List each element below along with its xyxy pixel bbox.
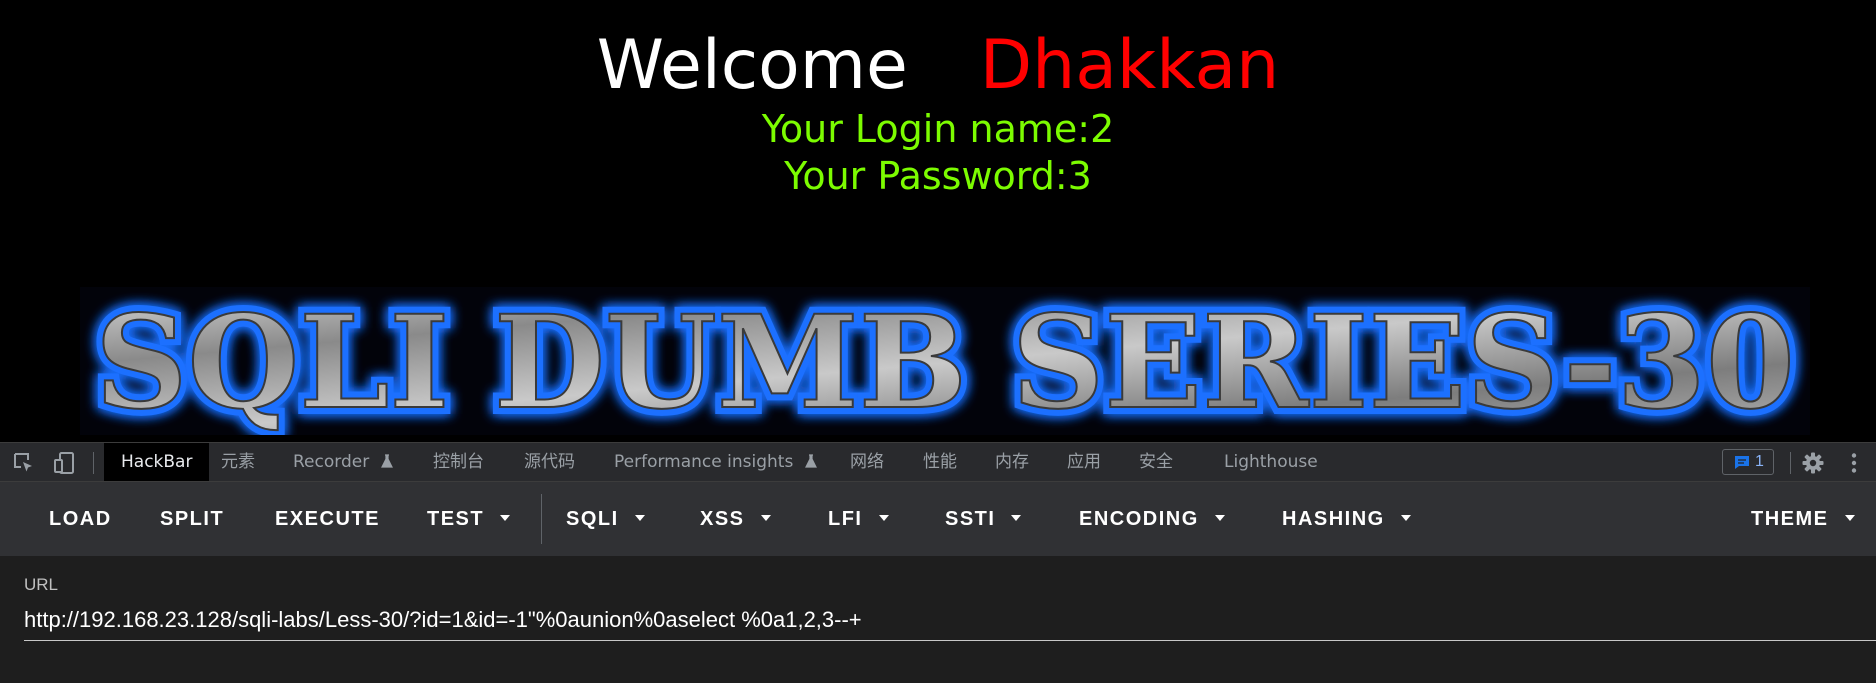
split-button[interactable]: SPLIT (160, 482, 224, 556)
dropdown-caret-icon (500, 515, 511, 522)
tab-application[interactable]: 应用 (1067, 443, 1101, 481)
xss-menu-label: XSS (700, 508, 745, 530)
issues-chat-icon (1735, 456, 1749, 469)
execute-button[interactable]: EXECUTE (275, 482, 380, 556)
tab-performance-insights[interactable]: Performance insights (614, 443, 817, 481)
element-picker-icon[interactable] (12, 451, 36, 475)
issues-count: 1 (1755, 453, 1764, 470)
tab-sources[interactable]: 源代码 (524, 443, 575, 481)
dropdown-caret-icon (1214, 515, 1225, 522)
tab-hackbar[interactable]: HackBar (104, 443, 210, 481)
devtools-tab-bar: HackBar 元素 Recorder 控制台 源代码 Performance … (0, 442, 1876, 482)
login-name-line: Your Login name:2 (761, 107, 1115, 151)
url-label: URL (24, 575, 59, 594)
tab-memory[interactable]: 内存 (995, 443, 1029, 481)
tab-performance[interactable]: 性能 (923, 443, 957, 481)
sqli-lab-page: Welcome Dhakkan Your Login name:2 Your Pa… (0, 0, 1876, 442)
ssti-menu-label: SSTI (945, 508, 996, 530)
tab-security[interactable]: 安全 (1139, 443, 1173, 481)
device-toolbar-icon[interactable] (52, 451, 76, 475)
hashing-menu-button[interactable]: HASHING (1282, 482, 1411, 556)
hackbar-toolbar: LOAD SPLIT EXECUTE TEST SQLI XSS LFI SST… (0, 482, 1876, 556)
xss-menu-button[interactable]: XSS (700, 482, 771, 556)
url-section: URL (0, 556, 1876, 683)
more-vert-icon[interactable] (1842, 451, 1866, 475)
tab-lighthouse[interactable]: Lighthouse (1224, 443, 1318, 481)
url-input[interactable] (24, 600, 1876, 641)
dropdown-caret-icon (634, 515, 645, 522)
welcome-text: Welcome (596, 26, 908, 105)
gear-icon[interactable] (1801, 451, 1825, 475)
sqli-menu-button[interactable]: SQLI (566, 482, 645, 556)
tab-elements[interactable]: 元素 (221, 443, 255, 481)
lfi-menu-label: LFI (828, 508, 863, 530)
dropdown-caret-icon (1011, 515, 1022, 522)
flask-icon (804, 454, 817, 468)
test-menu-label: TEST (427, 508, 485, 530)
tab-recorder-label: Recorder (293, 452, 370, 472)
dropdown-caret-icon (1844, 515, 1855, 522)
tab-recorder[interactable]: Recorder (293, 443, 393, 481)
ssti-menu-button[interactable]: SSTI (945, 482, 1022, 556)
lfi-menu-button[interactable]: LFI (828, 482, 889, 556)
dropdown-caret-icon (1400, 515, 1411, 522)
flask-icon (380, 454, 393, 468)
user-name: Dhakkan (979, 26, 1280, 105)
dropdown-caret-icon (878, 515, 889, 522)
theme-menu-button[interactable]: THEME (1751, 482, 1855, 556)
banner-text: SQLI DUMB SERIES-30 (95, 288, 1795, 435)
issues-badge[interactable]: 1 (1722, 449, 1774, 475)
sqli-menu-label: SQLI (566, 508, 619, 530)
encoding-menu-label: ENCODING (1079, 508, 1199, 530)
tab-performance-insights-label: Performance insights (614, 452, 794, 472)
password-line: Your Password:3 (784, 154, 1092, 198)
tab-network[interactable]: 网络 (850, 443, 884, 481)
theme-menu-label: THEME (1751, 508, 1829, 530)
series-banner-image: SQLI DUMB SERIES-30 SQLI DUMB SERIES-30 (80, 287, 1810, 435)
load-button[interactable]: LOAD (49, 482, 112, 556)
test-menu-button[interactable]: TEST (427, 482, 511, 556)
welcome-heading: Welcome Dhakkan (0, 26, 1876, 106)
dropdown-caret-icon (760, 515, 771, 522)
hashing-menu-label: HASHING (1282, 508, 1385, 530)
devtools-panel: HackBar 元素 Recorder 控制台 源代码 Performance … (0, 442, 1876, 683)
encoding-menu-button[interactable]: ENCODING (1079, 482, 1225, 556)
tab-console[interactable]: 控制台 (433, 443, 484, 481)
